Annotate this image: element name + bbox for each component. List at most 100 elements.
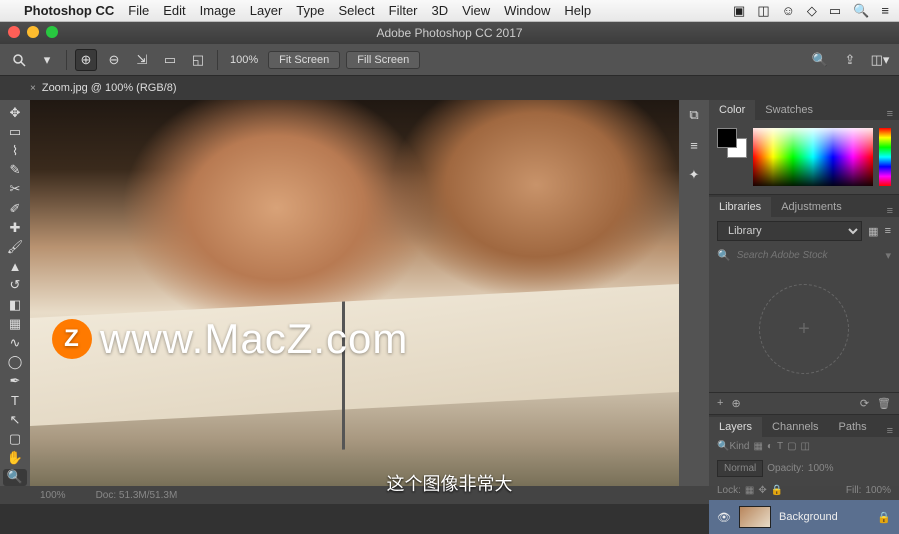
tab-layers[interactable]: Layers [709,417,762,437]
fill-screen-button[interactable]: Fill Screen [346,51,420,69]
add-icon[interactable]: ⊕ [731,397,740,410]
canvas[interactable]: Z www.MacZ.com [30,100,679,486]
menu-select[interactable]: Select [338,3,374,18]
panel-menu-icon[interactable]: ≡ [881,205,899,217]
brush-panel-icon[interactable]: ✦ [682,164,706,186]
zoom-percent-button[interactable]: 100% [226,54,262,66]
hand-tool[interactable]: ✋ [3,450,27,467]
scrubby-zoom-icon[interactable]: ◱ [187,49,209,71]
status-doc-size[interactable]: Doc: 51.3M/51.3M [96,490,178,501]
type-tool[interactable]: T [3,392,27,409]
healing-tool[interactable]: ✚ [3,219,27,236]
history-brush-tool[interactable]: ↺ [3,277,27,294]
close-window-button[interactable] [8,26,20,38]
shape-tool[interactable]: ▢ [3,430,27,447]
zoom-tool-icon[interactable] [8,49,30,71]
filter-shape-icon[interactable]: ▢ [787,441,796,452]
zoom-in-icon[interactable]: ⊕ [75,49,97,71]
chevron-down-icon[interactable]: ▾ [36,49,58,71]
blur-tool[interactable]: ∿ [3,334,27,351]
lock-all-icon[interactable]: ▦ [745,485,754,496]
face-icon[interactable]: ☺ [782,3,795,18]
menu-extras-icon[interactable]: ≡ [881,3,889,18]
search-app-icon[interactable]: 🔍 [809,49,831,71]
menu-layer[interactable]: Layer [250,3,283,18]
filter-type-icon[interactable]: T [777,441,783,452]
blend-mode-select[interactable]: Normal [717,460,763,477]
grid-view-icon[interactable]: ▦ [868,225,878,238]
fgbg-swatches[interactable] [717,128,747,158]
filter-pixel-icon[interactable]: ▦ [753,441,762,452]
move-tool[interactable]: ✥ [3,104,27,121]
quick-select-tool[interactable]: ✎ [3,162,27,179]
sync-icon[interactable]: ⟳ [860,397,869,410]
color-spectrum[interactable] [753,128,873,186]
eraser-tool[interactable]: ◧ [3,296,27,313]
zoom-all-icon[interactable]: ▭ [159,49,181,71]
menu-window[interactable]: Window [504,3,550,18]
stock-search-input[interactable] [737,250,880,261]
history-panel-icon[interactable]: ⧉ [682,104,706,126]
tab-paths[interactable]: Paths [829,417,877,437]
lock-position-icon[interactable]: ✥ [758,485,766,496]
menu-view[interactable]: View [462,3,490,18]
panel-menu-icon[interactable]: ≡ [881,425,899,437]
library-placeholder[interactable]: + [759,284,849,374]
hue-strip[interactable] [879,128,891,186]
status-zoom[interactable]: 100% [40,490,66,501]
stamp-tool[interactable]: ▲ [3,258,27,275]
layer-filter-kind[interactable]: 🔍Kind [717,441,749,452]
opacity-value[interactable]: 100% [808,463,834,474]
tab-swatches[interactable]: Swatches [755,100,823,120]
maximize-window-button[interactable] [46,26,58,38]
library-selector[interactable]: Library [717,221,862,241]
menu-edit[interactable]: Edit [163,3,185,18]
menu-filter[interactable]: Filter [389,3,418,18]
visibility-icon[interactable]: 👁 [717,511,731,524]
resize-window-icon[interactable]: ⇲ [131,49,153,71]
panel-menu-icon[interactable]: ≡ [881,108,899,120]
fill-value[interactable]: 100% [865,485,891,496]
tab-adjustments[interactable]: Adjustments [771,197,852,217]
screen-record-icon[interactable]: ▣ [733,3,745,19]
brush-tool[interactable]: 🖌 [3,238,27,255]
menu-image[interactable]: Image [200,3,236,18]
menu-help[interactable]: Help [564,3,591,18]
document-tab[interactable]: × Zoom.jpg @ 100% (RGB/8) [30,82,177,94]
minimize-window-button[interactable] [27,26,39,38]
dodge-tool[interactable]: ◯ [3,354,27,371]
workspace-switcher-icon[interactable]: ◫▾ [869,49,891,71]
menu-file[interactable]: File [128,3,149,18]
share-icon[interactable]: ⇪ [839,49,861,71]
menu-3d[interactable]: 3D [432,3,449,18]
app-menu[interactable]: Photoshop CC [24,3,114,18]
eyedropper-tool[interactable]: ✐ [3,200,27,217]
gradient-tool[interactable]: ▦ [3,315,27,332]
menu-type[interactable]: Type [296,3,324,18]
layer-row[interactable]: 👁 Background 🔒 [709,500,899,534]
wifi-icon[interactable]: ◇ [807,3,817,19]
tab-libraries[interactable]: Libraries [709,197,771,217]
list-view-icon[interactable]: ≡ [885,225,891,237]
zoom-tool[interactable]: 🔍 [3,469,27,486]
lasso-tool[interactable]: ⌇ [3,142,27,159]
add-asset-icon[interactable]: + [717,397,723,410]
close-tab-icon[interactable]: × [30,83,36,94]
path-tool[interactable]: ↖ [3,411,27,428]
filter-smart-icon[interactable]: ◫ [801,441,810,452]
layer-name[interactable]: Background [779,511,838,523]
search-icon[interactable]: 🔍 [853,3,869,19]
pen-tool[interactable]: ✒ [3,373,27,390]
battery-icon[interactable]: ▭ [829,3,841,19]
display-icon[interactable]: ◫ [757,3,769,19]
marquee-tool[interactable]: ▭ [3,123,27,140]
trash-icon[interactable]: 🗑 [877,397,891,410]
properties-panel-icon[interactable]: ≡ [682,134,706,156]
chevron-down-icon[interactable]: ▾ [885,249,891,262]
tab-channels[interactable]: Channels [762,417,828,437]
tab-color[interactable]: Color [709,100,755,120]
fit-screen-button[interactable]: Fit Screen [268,51,340,69]
layer-thumbnail[interactable] [739,506,771,528]
lock-pixels-icon[interactable]: 🔒 [771,485,783,496]
fg-color-swatch[interactable] [717,128,737,148]
